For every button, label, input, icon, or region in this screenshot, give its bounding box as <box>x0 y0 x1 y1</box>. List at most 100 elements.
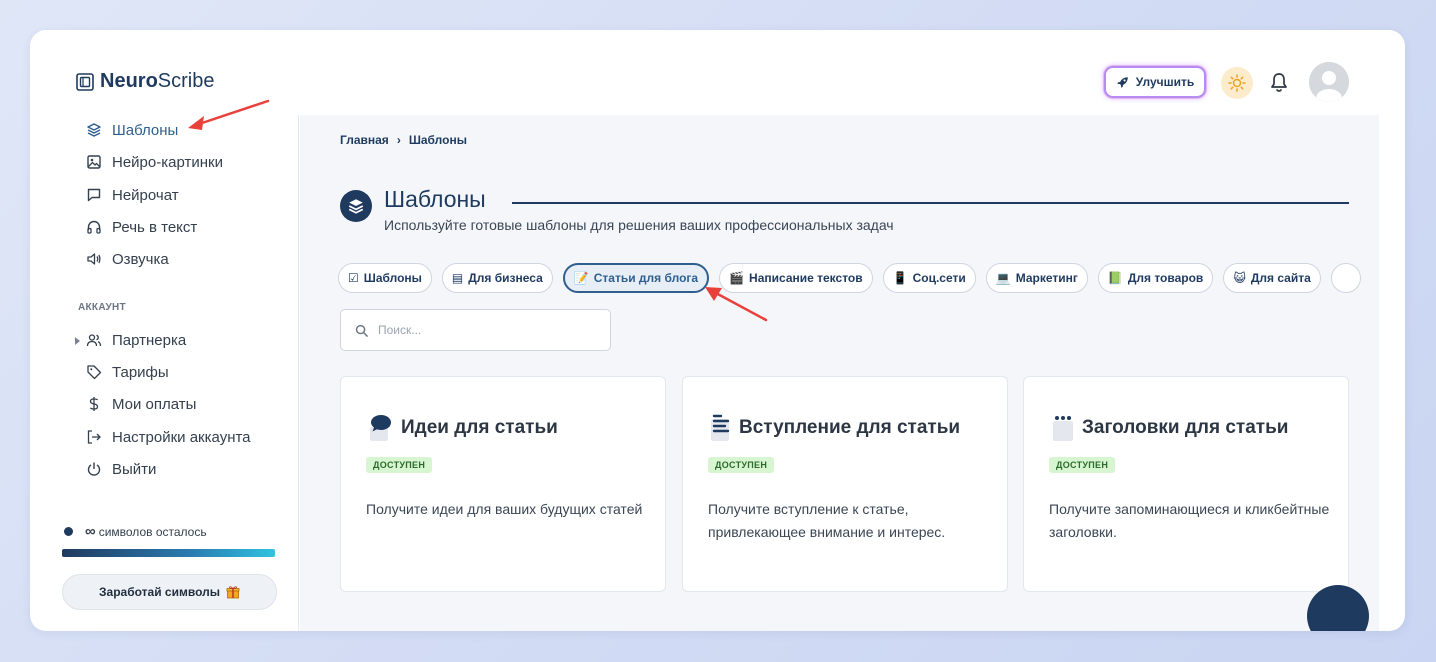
symbols-progress-bar <box>62 549 275 557</box>
account-section-label: АККАУНТ <box>78 302 126 313</box>
sidebar-item-neurochat[interactable]: Нейрочат <box>86 184 179 206</box>
breadcrumb-home[interactable]: Главная <box>340 133 389 147</box>
expand-caret-icon[interactable] <box>75 337 80 345</box>
sidebar-item-partners[interactable]: Партнерка <box>86 329 186 351</box>
logo-icon <box>76 72 94 91</box>
earn-symbols-button[interactable]: Заработай символы <box>62 574 277 610</box>
clapper-emoji-icon: 🎬 <box>729 271 745 285</box>
chip-label: Статьи для блога <box>593 271 699 285</box>
card-title: Вступление для статьи <box>709 413 960 443</box>
card-description: Получите идеи для ваших будущих статей <box>366 501 643 517</box>
page-subtitle: Используйте готовые шаблоны для решения … <box>384 217 894 233</box>
status-dot-icon <box>64 527 73 536</box>
sidebar-item-logout[interactable]: Выйти <box>86 458 156 480</box>
avatar[interactable] <box>1309 62 1349 102</box>
chip-label: Шаблоны <box>363 271 422 285</box>
theme-toggle-button[interactable] <box>1221 67 1253 99</box>
breadcrumb: Главная › Шаблоны <box>340 133 467 147</box>
status-badge: ДОСТУПЕН <box>1049 457 1116 473</box>
rocket-icon <box>1116 76 1128 88</box>
chip-label: Маркетинг <box>1015 271 1078 285</box>
sidebar-item-label: Шаблоны <box>112 121 179 139</box>
card-description: Получите вступление к статье, привлекающ… <box>708 501 946 540</box>
logo-text-regular: Scribe <box>157 70 215 92</box>
speech-bubble-icon <box>370 415 391 441</box>
chip-blog-articles[interactable]: 📝 Статьи для блога <box>562 263 710 293</box>
card-description: Получите запоминающиеся и кликбейтные за… <box>1049 501 1330 540</box>
earn-symbols-label: Заработай символы <box>99 585 220 599</box>
sidebar-item-label: Озвучка <box>112 250 169 268</box>
breadcrumb-separator: › <box>396 133 401 147</box>
symbols-value: ∞ <box>85 523 96 540</box>
layers-icon <box>348 199 364 214</box>
text-lines-icon <box>711 414 730 441</box>
template-card-article-headlines[interactable]: Заголовки для статьи ДОСТУПЕН Получите з… <box>1023 376 1349 592</box>
sidebar-item-neuro-images[interactable]: Нейро-картинки <box>86 151 223 173</box>
status-badge: ДОСТУПЕН <box>708 457 775 473</box>
chip-business[interactable]: ▤ Для бизнеса <box>441 263 553 293</box>
notifications-button[interactable] <box>1268 71 1290 95</box>
dollar-icon <box>89 397 99 411</box>
memo-emoji-icon: 📝 <box>573 271 589 285</box>
book-emoji-icon: 📗 <box>1107 271 1123 285</box>
chip-products[interactable]: 📗 Для товаров <box>1097 263 1214 293</box>
sidebar-item-label: Мои оплаты <box>112 395 197 413</box>
chip-label: Для сайта <box>1250 271 1311 285</box>
chip-label: Для товаров <box>1127 271 1204 285</box>
search-input[interactable] <box>378 323 578 337</box>
dots-note-icon <box>1053 416 1073 441</box>
chip-marketing[interactable]: 💻 Маркетинг <box>985 263 1088 293</box>
status-badge: ДОСТУПЕН <box>366 457 433 473</box>
upgrade-label: Улучшить <box>1135 75 1195 89</box>
document-emoji-icon: ▤ <box>451 271 464 285</box>
main-content: Главная › Шаблоны Шаблоны Используйте го… <box>300 115 1379 631</box>
sidebar-item-label: Тарифы <box>112 363 169 381</box>
sidebar-item-tariffs[interactable]: Тарифы <box>86 361 169 383</box>
image-icon <box>87 155 101 169</box>
sidebar-item-voiceover[interactable]: Озвучка <box>86 248 169 270</box>
title-divider <box>512 202 1349 204</box>
chip-label: Для бизнеса <box>468 271 543 285</box>
sidebar: Шаблоны Нейро-картинки Нейрочат Речь в т… <box>30 115 299 631</box>
phone-emoji-icon: 📱 <box>892 271 908 285</box>
sidebar-item-label: Партнерка <box>112 331 187 349</box>
upgrade-button[interactable]: Улучшить <box>1104 66 1206 98</box>
login-icon <box>87 430 101 444</box>
chip-more[interactable] <box>1330 263 1361 293</box>
gift-icon <box>226 586 240 599</box>
template-card-article-intro[interactable]: Вступление для статьи ДОСТУПЕН Получите … <box>682 376 1008 592</box>
cat-emoji-icon: 😺 <box>1233 271 1246 285</box>
category-chips: ☑ Шаблоны ▤ Для бизнеса 📝 Статьи для блога … <box>338 263 1361 293</box>
layers-icon <box>87 123 101 137</box>
sidebar-item-templates[interactable]: Шаблоны <box>86 119 178 141</box>
laptop-emoji-icon: 💻 <box>995 271 1011 285</box>
chip-website[interactable]: 😺 Для сайта <box>1223 263 1321 293</box>
logo[interactable]: Neuro Scribe <box>76 70 215 93</box>
sidebar-item-label: Речь в текст <box>112 218 198 236</box>
bell-icon <box>1271 73 1287 92</box>
chat-icon <box>87 188 101 202</box>
user-silhouette-icon <box>1309 62 1349 102</box>
card-title-text: Вступление для статьи <box>739 417 961 438</box>
breadcrumb-current: Шаблоны <box>408 133 467 147</box>
symbols-progress-fill <box>62 549 275 557</box>
checkbox-emoji-icon: ☑ <box>348 271 359 285</box>
sidebar-item-label: Нейрочат <box>112 186 179 204</box>
chip-writing[interactable]: 🎬 Написание текстов <box>719 263 873 293</box>
chip-templates[interactable]: ☑ Шаблоны <box>338 263 432 293</box>
sidebar-item-payments[interactable]: Мои оплаты <box>86 393 196 415</box>
symbols-remaining: ∞ символов осталось <box>64 523 207 540</box>
sidebar-item-account-settings[interactable]: Настройки аккаунта <box>86 426 251 448</box>
app-window: Neuro Scribe Улучшить Шаблоны Нейро-карт… <box>30 30 1405 631</box>
card-title-text: Заголовки для статьи <box>1082 417 1289 438</box>
chip-social[interactable]: 📱 Соц.сети <box>882 263 976 293</box>
sidebar-item-label: Настройки аккаунта <box>112 428 251 446</box>
tag-icon <box>87 365 102 380</box>
symbols-label: символов осталось <box>98 524 207 539</box>
search-icon <box>355 324 368 337</box>
card-title: Заголовки для статьи <box>1050 413 1288 443</box>
header: Neuro Scribe Улучшить <box>30 30 1405 115</box>
sidebar-item-speech-to-text[interactable]: Речь в текст <box>86 216 197 238</box>
template-card-article-ideas[interactable]: Идеи для статьи ДОСТУПЕН Получите идеи д… <box>340 376 666 592</box>
power-icon <box>87 462 101 476</box>
